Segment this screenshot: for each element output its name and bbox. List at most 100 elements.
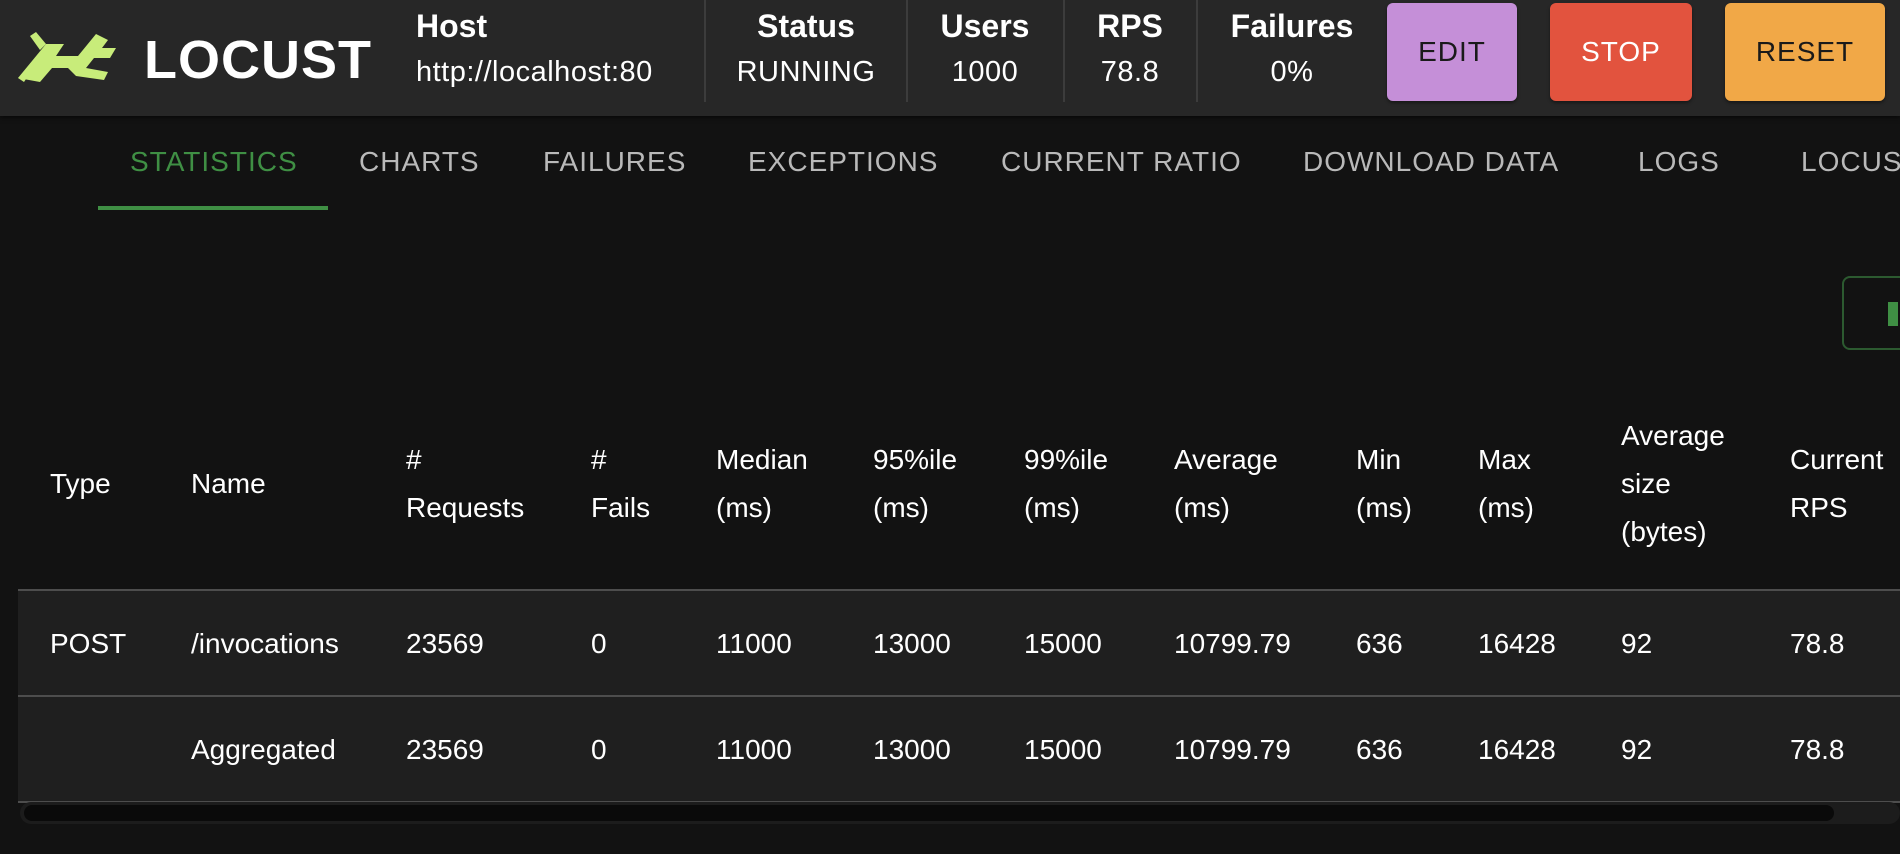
cell-p95: 13000 <box>873 628 951 659</box>
cell-average: 10799.79 <box>1174 734 1291 765</box>
host-value: http://localhost:80 <box>416 56 653 88</box>
table-row: POST /invocations 23569 0 11000 13000 15… <box>18 591 1900 697</box>
cell-p99: 15000 <box>1024 734 1102 765</box>
header-text: Current <box>1790 444 1884 475</box>
locust-grasshopper-icon <box>18 32 116 82</box>
header-current-rps: Current RPS <box>1790 436 1883 532</box>
scrollbar-thumb[interactable] <box>24 805 1834 821</box>
tab-locust-cloud[interactable]: LOCUS <box>1801 146 1900 178</box>
cell-fails: 0 <box>591 734 607 765</box>
header-requests: # Requests <box>406 436 524 532</box>
cell-requests: 23569 <box>406 734 484 765</box>
header-text: Average <box>1174 444 1278 475</box>
cell-current-rps: 78.8 <box>1790 734 1845 765</box>
failures-stat: Failures 0% <box>1214 0 1370 116</box>
header-95th-percentile: 95%ile (ms) <box>873 436 957 532</box>
rps-label: RPS <box>1097 8 1163 44</box>
header-text: 99%ile <box>1024 444 1109 475</box>
reset-button[interactable]: RESET <box>1725 3 1885 101</box>
tab-charts[interactable]: CHARTS <box>359 146 480 178</box>
header-text: # <box>406 444 422 475</box>
cell-average: 10799.79 <box>1174 628 1291 659</box>
host-stat: Host http://localhost:80 <box>416 0 696 116</box>
cell-min: 636 <box>1356 628 1403 659</box>
header-text: size <box>1621 468 1671 499</box>
header-average-size: Average size (bytes) <box>1621 412 1725 556</box>
header-99th-percentile: 99%ile (ms) <box>1024 436 1108 532</box>
active-tab-indicator <box>98 206 328 210</box>
cell-current-rps: 78.8 <box>1790 628 1845 659</box>
header-text: Requests <box>406 492 525 523</box>
header-text: RPS <box>1790 492 1848 523</box>
cell-type: POST <box>50 628 127 659</box>
cell-max: 16428 <box>1478 628 1556 659</box>
header-text: (ms) <box>716 492 772 523</box>
tab-statistics[interactable]: STATISTICS <box>130 146 298 178</box>
tab-logs[interactable]: LOGS <box>1638 146 1720 178</box>
status-stat: Status RUNNING <box>712 0 900 116</box>
header-text: Median <box>716 444 808 475</box>
cell-avg-size: 92 <box>1621 628 1653 659</box>
horizontal-scrollbar[interactable] <box>20 802 1900 824</box>
header-text: (ms) <box>1356 492 1412 523</box>
header-text: Min <box>1356 444 1402 475</box>
header-text: Type <box>50 468 111 499</box>
header-name: Name <box>191 460 266 508</box>
cell-min: 636 <box>1356 734 1403 765</box>
top-bar: LOCUST Host http://localhost:80 Status R… <box>0 0 1900 116</box>
failures-label: Failures <box>1230 8 1354 44</box>
cell-name: Aggregated <box>191 734 336 765</box>
edit-button[interactable]: EDIT <box>1387 3 1517 101</box>
divider <box>704 0 706 102</box>
header-type: Type <box>50 460 111 508</box>
tab-current-ratio[interactable]: CURRENT RATIO <box>1001 146 1242 178</box>
users-stat: Users 1000 <box>912 0 1058 116</box>
cell-p95: 13000 <box>873 734 951 765</box>
cell-max: 16428 <box>1478 734 1556 765</box>
header-fails: # Fails <box>591 436 650 532</box>
cell-name: /invocations <box>191 628 339 659</box>
header-text: (ms) <box>1174 492 1230 523</box>
status-label: Status <box>757 8 855 44</box>
header-text: 95%ile <box>873 444 958 475</box>
cell-median: 11000 <box>716 628 792 659</box>
header-text: (ms) <box>1024 492 1080 523</box>
table-row: Aggregated 23569 0 11000 13000 15000 107… <box>18 697 1900 803</box>
cell-requests: 23569 <box>406 628 484 659</box>
locust-logo[interactable]: LOCUST <box>16 26 381 90</box>
header-average: Average (ms) <box>1174 436 1278 532</box>
tab-exceptions[interactable]: EXCEPTIONS <box>748 146 938 178</box>
header-text: (bytes) <box>1621 516 1707 547</box>
tab-download-data[interactable]: DOWNLOAD DATA <box>1303 146 1559 178</box>
side-toggle-button[interactable] <box>1842 276 1900 350</box>
header-text: Fails <box>591 492 651 523</box>
header-text: Average <box>1621 420 1725 451</box>
header-text: # <box>591 444 607 475</box>
header-text: Name <box>191 468 266 499</box>
users-value: 1000 <box>951 56 1019 88</box>
users-label: Users <box>940 8 1030 44</box>
tab-bar: STATISTICS CHARTS FAILURES EXCEPTIONS CU… <box>0 116 1900 216</box>
failures-value: 0% <box>1270 56 1314 88</box>
header-max: Max (ms) <box>1478 436 1534 532</box>
header-median: Median (ms) <box>716 436 808 532</box>
tab-failures[interactable]: FAILURES <box>543 146 686 178</box>
stop-button[interactable]: STOP <box>1550 3 1692 101</box>
host-label: Host <box>416 8 488 44</box>
app-name: LOCUST <box>144 30 372 90</box>
header-text: (ms) <box>1478 492 1534 523</box>
header-text: (ms) <box>873 492 929 523</box>
cell-median: 11000 <box>716 734 792 765</box>
rps-value: 78.8 <box>1100 56 1160 88</box>
cell-fails: 0 <box>591 628 607 659</box>
divider <box>1196 0 1198 102</box>
rps-stat: RPS 78.8 <box>1068 0 1192 116</box>
toggle-indicator <box>1888 302 1898 326</box>
cell-avg-size: 92 <box>1621 734 1653 765</box>
cell-p99: 15000 <box>1024 628 1102 659</box>
header-text: Max <box>1478 444 1531 475</box>
divider <box>906 0 908 102</box>
header-min: Min (ms) <box>1356 436 1412 532</box>
divider <box>1063 0 1065 102</box>
status-value: RUNNING <box>736 56 876 88</box>
